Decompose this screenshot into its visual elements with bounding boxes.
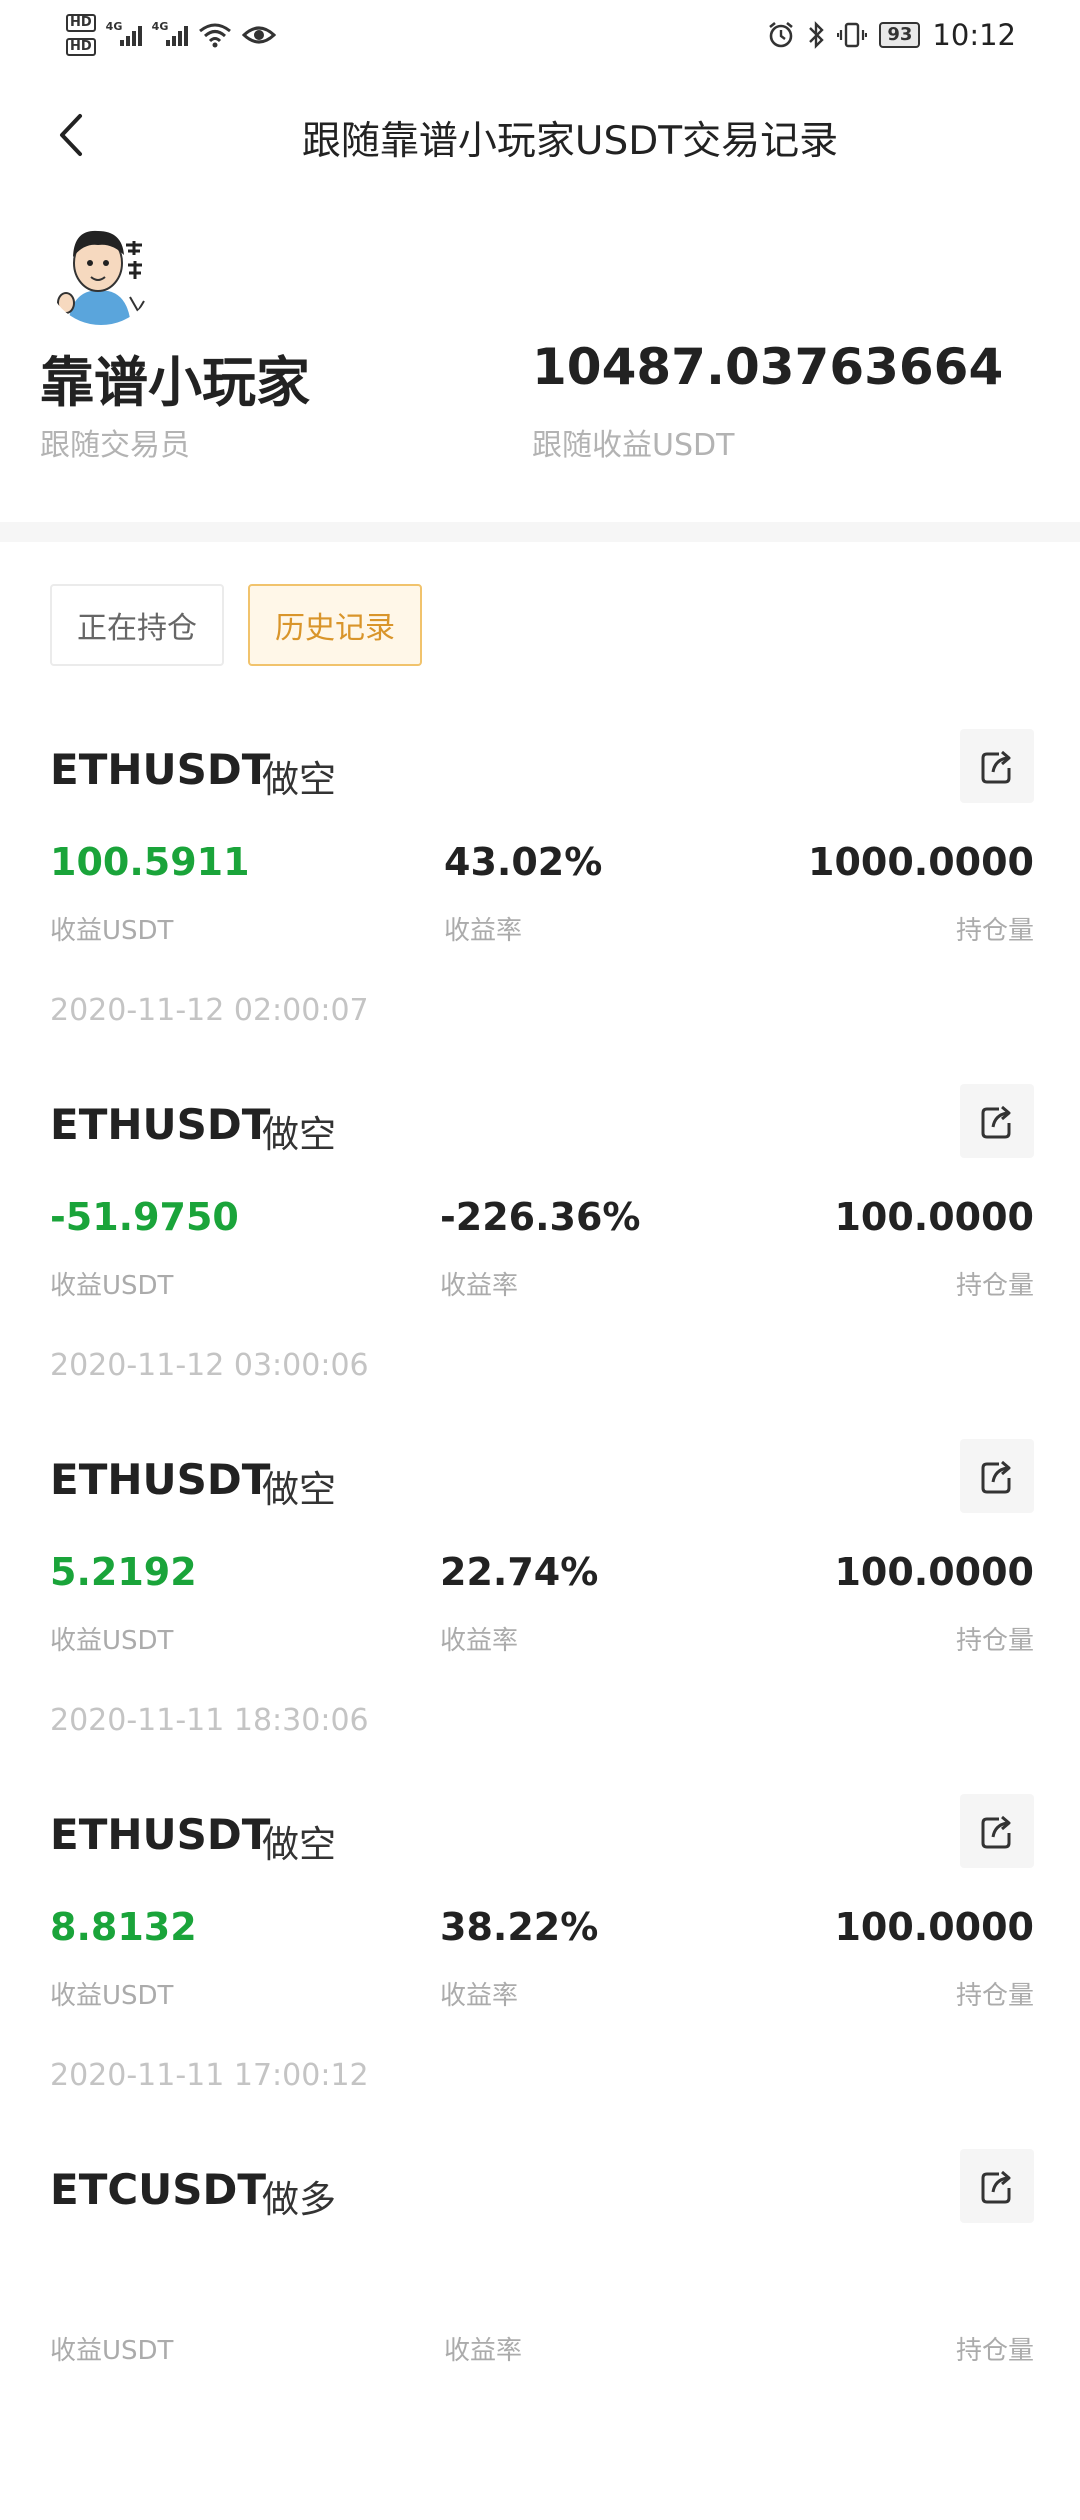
status-bar-left: HD HD 4G 4G bbox=[66, 10, 276, 60]
status-time: 10:12 bbox=[932, 18, 1016, 52]
share-button[interactable] bbox=[960, 1794, 1034, 1868]
rate-label: 收益率 bbox=[444, 916, 523, 946]
status-bar: HD HD 4G 4G 93 10:12 bbox=[0, 0, 1080, 66]
record-rate: 38.22% bbox=[440, 1905, 599, 1949]
record-rate: -226.36% bbox=[440, 1195, 641, 1239]
profit-label: 收益USDT bbox=[50, 916, 174, 946]
eye-icon bbox=[241, 26, 276, 44]
share-icon bbox=[981, 2170, 1011, 2204]
record-side: 做空 bbox=[262, 1113, 336, 1156]
bluetooth-icon bbox=[809, 21, 825, 49]
record-item[interactable]: ETHUSDT 做空 8.8132 38.22% 100.0000 收益USDT 收益率 持仓… bbox=[0, 1794, 1080, 2165]
signal-icon: 4G bbox=[152, 20, 188, 46]
record-side: 做多 bbox=[262, 2178, 336, 2221]
record-position: 100.0000 bbox=[834, 1905, 1034, 1949]
rate-label: 收益率 bbox=[440, 1271, 519, 1301]
tab-open-positions[interactable]: 正在持仓 bbox=[50, 584, 224, 666]
profit-label: 收益USDT bbox=[50, 1271, 174, 1301]
share-icon bbox=[981, 750, 1011, 784]
avatar-illustration bbox=[46, 215, 156, 325]
record-side: 做空 bbox=[262, 758, 336, 801]
alarm-icon bbox=[769, 21, 794, 48]
trader-name: 靠谱小玩家 bbox=[40, 351, 310, 414]
record-rate: 22.74% bbox=[440, 1550, 599, 1594]
record-time: 2020-11-12 02:00:07 bbox=[50, 993, 369, 1028]
rate-label: 收益率 bbox=[444, 2336, 523, 2366]
record-pair: ETHUSDT bbox=[50, 745, 271, 794]
wifi-icon bbox=[198, 23, 231, 48]
position-label: 持仓量 bbox=[955, 1981, 1034, 2011]
signal-icon: 4G bbox=[106, 20, 142, 46]
record-time: 2020-11-12 03:00:06 bbox=[50, 1348, 369, 1383]
share-button[interactable] bbox=[960, 1439, 1034, 1513]
record-item[interactable]: ETCUSDT 做多收益USDT 收益率 持仓量 bbox=[0, 2149, 1080, 2520]
rate-label: 收益率 bbox=[440, 1981, 519, 2011]
share-icon bbox=[981, 1815, 1011, 1849]
position-label: 持仓量 bbox=[955, 1271, 1034, 1301]
follow-profit-value: 10487.03763664 bbox=[532, 338, 1004, 396]
avatar bbox=[46, 215, 156, 325]
vibrate-icon bbox=[837, 22, 868, 48]
record-profit: 100.5911 bbox=[50, 840, 250, 884]
record-pair: ETCUSDT bbox=[50, 2165, 267, 2214]
record-profit: 5.2192 bbox=[50, 1550, 197, 1594]
record-rate: 43.02% bbox=[444, 840, 603, 884]
record-item[interactable]: ETHUSDT 做空 100.5911 43.02% 1000.0000 收益USDT 收益… bbox=[0, 729, 1080, 1100]
status-bar-right: 93 10:12 bbox=[767, 10, 1016, 60]
section-divider bbox=[0, 522, 1080, 542]
record-item[interactable]: ETHUSDT 做空 5.2192 22.74% 100.0000 收益USDT 收益率 持仓… bbox=[0, 1439, 1080, 1810]
record-pair: ETHUSDT bbox=[50, 1455, 271, 1504]
position-label: 持仓量 bbox=[955, 1626, 1034, 1656]
record-pair: ETHUSDT bbox=[50, 1100, 271, 1149]
share-icon bbox=[981, 1460, 1011, 1494]
record-pair: ETHUSDT bbox=[50, 1810, 271, 1859]
record-side: 做空 bbox=[262, 1823, 336, 1866]
record-profit: -51.9750 bbox=[50, 1195, 239, 1239]
record-position: 100.0000 bbox=[834, 1195, 1034, 1239]
share-icon bbox=[981, 1105, 1011, 1139]
rate-label: 收益率 bbox=[440, 1626, 519, 1656]
record-time: 2020-11-11 17:00:12 bbox=[50, 2058, 369, 2093]
follow-profit-label: 跟随收益USDT bbox=[532, 428, 735, 463]
battery-icon: 93 bbox=[879, 22, 921, 48]
record-item[interactable]: ETHUSDT 做空 -51.9750 -226.36% 100.0000 收益USDT 收… bbox=[0, 1084, 1080, 1455]
share-button[interactable] bbox=[960, 1084, 1034, 1158]
tab-history[interactable]: 历史记录 bbox=[248, 584, 422, 666]
hd-icon: HD bbox=[66, 38, 96, 56]
hd-icon: HD bbox=[66, 14, 96, 32]
nav-bar: 跟随靠谱小玩家USDT交易记录 bbox=[0, 80, 1080, 190]
record-position: 1000.0000 bbox=[808, 840, 1034, 884]
position-label: 持仓量 bbox=[955, 2336, 1034, 2366]
position-label: 持仓量 bbox=[955, 916, 1034, 946]
record-time: 2020-11-11 18:30:06 bbox=[50, 1703, 369, 1738]
page-title: 跟随靠谱小玩家USDT交易记录 bbox=[301, 119, 839, 164]
share-button[interactable] bbox=[960, 2149, 1034, 2223]
record-position: 100.0000 bbox=[834, 1550, 1034, 1594]
profit-label: 收益USDT bbox=[50, 1626, 174, 1656]
profit-label: 收益USDT bbox=[50, 2336, 174, 2366]
hd-indicators: HD HD bbox=[66, 14, 96, 56]
share-button[interactable] bbox=[960, 729, 1034, 803]
trader-label: 跟随交易员 bbox=[40, 428, 190, 463]
record-profit: 8.8132 bbox=[50, 1905, 197, 1949]
profit-label: 收益USDT bbox=[50, 1981, 174, 2011]
record-side: 做空 bbox=[262, 1468, 336, 1511]
